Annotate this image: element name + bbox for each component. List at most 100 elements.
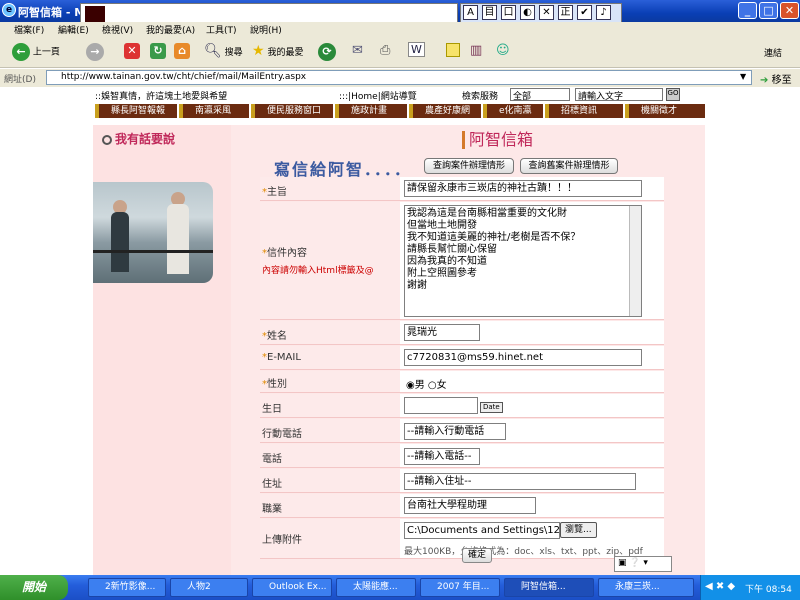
stop-icon: ✕ bbox=[124, 43, 140, 59]
menu-file[interactable]: 檔案(F) bbox=[14, 23, 44, 36]
name-input[interactable]: 晁瑞光 bbox=[404, 324, 480, 341]
tray-icons[interactable]: ◀ ✖ ◆ bbox=[705, 581, 735, 592]
row-job: 職業 台南社大學程助理 bbox=[260, 494, 664, 518]
nav-culture[interactable]: 南瀛采風 bbox=[179, 104, 249, 118]
favorites-button[interactable]: ★ 我的最愛 bbox=[252, 43, 303, 59]
books-icon: ▥ bbox=[470, 43, 483, 58]
clock[interactable]: 下午 08:54 bbox=[745, 582, 792, 595]
mobile-input[interactable]: --請輸入行動電話 bbox=[404, 423, 506, 440]
favorites-label: 我的最愛 bbox=[267, 48, 304, 58]
ie-icon: e bbox=[2, 3, 16, 17]
print-button[interactable]: ⎙ bbox=[380, 43, 390, 58]
back-arrow-icon: ← bbox=[12, 43, 30, 61]
content-textarea[interactable]: 我認為這是台南縣相當重要的文化財 但當地土地開發 我不知道這美麗的神社/老樹是否不保… bbox=[404, 205, 642, 317]
ime-toolbar[interactable]: A 目口 ◐ ✕ 正 ✔ ♪ bbox=[460, 3, 622, 23]
task-outlook[interactable]: Outlook Ex... bbox=[252, 578, 332, 597]
subject-input[interactable]: 請保留永康市三崁店的神社古蹟！！！ bbox=[404, 180, 642, 197]
task-2007[interactable]: 2007 年目... bbox=[420, 578, 500, 597]
ime-button-4[interactable]: ◐ bbox=[520, 5, 535, 20]
menu-favorites[interactable]: 我的最愛(A) bbox=[146, 23, 195, 36]
query-case-button[interactable]: 查詢案件辦理情形 bbox=[424, 158, 514, 174]
forward-arrow-icon: → bbox=[86, 43, 104, 61]
note-icon bbox=[446, 43, 460, 57]
go-button[interactable]: ➔ 移至 bbox=[760, 71, 792, 86]
browse-button[interactable]: 瀏覽... bbox=[560, 522, 597, 538]
home-button[interactable]: ⌂ bbox=[174, 43, 190, 59]
discuss-button[interactable] bbox=[446, 43, 460, 60]
task-mailbox[interactable]: 阿智信箱... bbox=[504, 578, 594, 597]
task-people[interactable]: 人物2 bbox=[170, 578, 248, 597]
site-search-input[interactable]: 請輸入文字 bbox=[575, 88, 663, 102]
menu-view[interactable]: 檢視(V) bbox=[102, 23, 133, 36]
phone-input[interactable]: --請輸入電話-- bbox=[404, 448, 480, 465]
gender-female-label: 女 bbox=[436, 380, 447, 391]
search-category-select[interactable]: 全部 bbox=[510, 88, 570, 102]
magistrate-photo bbox=[93, 182, 213, 283]
ime-button-1[interactable]: A bbox=[463, 5, 478, 20]
upload-label: 上傳附件 bbox=[262, 535, 302, 546]
job-input[interactable]: 台南社大學程助理 bbox=[404, 497, 536, 514]
ime-button-8[interactable]: ♪ bbox=[596, 5, 611, 20]
ime-button-7[interactable]: ✔ bbox=[577, 5, 592, 20]
research-button[interactable]: ▥ bbox=[470, 43, 482, 58]
messenger-button[interactable]: ☺ bbox=[496, 43, 510, 58]
close-button[interactable]: ✕ bbox=[780, 2, 799, 19]
gender-female-radio[interactable]: ○ bbox=[428, 380, 437, 391]
back-button[interactable]: ← 上一頁 bbox=[12, 43, 60, 61]
nav-tender[interactable]: 招標資訊 bbox=[545, 104, 623, 118]
nav-policy[interactable]: 施政計畫 bbox=[335, 104, 407, 118]
ime-button-3[interactable]: 口 bbox=[501, 5, 516, 20]
menu-edit[interactable]: 編輯(E) bbox=[58, 23, 89, 36]
nav-services[interactable]: 便民服務窗口 bbox=[251, 104, 333, 118]
address-dropdown-icon[interactable]: ▼ bbox=[740, 72, 746, 81]
main-nav: 縣長阿智報報 南瀛采風 便民服務窗口 施政計畫 農產好康網 e化南瀛 招標資訊 … bbox=[95, 102, 705, 118]
mobile-label: 行動電話 bbox=[262, 429, 302, 440]
query-old-case-button[interactable]: 查詢舊案件辦理情形 bbox=[520, 158, 618, 174]
minimize-button[interactable]: _ bbox=[738, 2, 757, 19]
upload-path-input[interactable]: C:\Documents and Settings\123\桌 bbox=[404, 522, 560, 539]
search-button[interactable]: 🔍︎ 搜尋 bbox=[204, 43, 243, 59]
ime-button-6[interactable]: 正 bbox=[558, 5, 573, 20]
birthday-input[interactable] bbox=[404, 397, 478, 414]
address-input[interactable]: http://www.tainan.gov.tw/cht/chief/mail/… bbox=[46, 70, 752, 85]
gender-male-radio[interactable]: ◉ bbox=[406, 380, 415, 391]
maximize-button[interactable]: □ bbox=[759, 2, 778, 19]
history-button[interactable]: ⟳ bbox=[318, 43, 336, 61]
forward-button[interactable]: → bbox=[86, 43, 104, 61]
menu-tools[interactable]: 工具(T) bbox=[206, 23, 237, 36]
nav-jobs[interactable]: 機關徵才 bbox=[625, 104, 705, 118]
refresh-button[interactable]: ↻ bbox=[150, 43, 166, 59]
submit-button[interactable]: 確定 bbox=[462, 548, 492, 563]
address-label-form: 住址 bbox=[262, 479, 282, 490]
task-hsinchu[interactable]: 2新竹影像... bbox=[88, 578, 166, 597]
mail-button[interactable]: ✉ bbox=[352, 43, 363, 58]
task-yongkang[interactable]: 永康三崁... bbox=[598, 578, 694, 597]
language-bar[interactable]: ▣ ❔ ▾ bbox=[614, 556, 672, 572]
ime-button-2[interactable]: 目 bbox=[482, 5, 497, 20]
menu-help[interactable]: 說明(H) bbox=[250, 23, 282, 36]
nav-egov[interactable]: e化南瀛 bbox=[483, 104, 543, 118]
stop-button[interactable]: ✕ bbox=[124, 43, 140, 59]
page-title: 阿智信箱 bbox=[462, 131, 533, 149]
upload-note: 最大100KB，允許格式為：doc、xls、txt、ppt、zip、pdf bbox=[404, 547, 643, 557]
home-sitemap-links[interactable]: :::|Home|網站導覽 bbox=[339, 89, 417, 102]
web-page: ::娛智真情，許這塊土地愛與希望 :::|Home|網站導覽 檢索服務 全部 請… bbox=[0, 87, 800, 575]
row-content: *信件內容 內容請勿輸入Html標籤及@ 我認為這是台南縣相當重要的文化財 但當地土… bbox=[260, 202, 664, 320]
birthday-label: 生日 bbox=[262, 404, 282, 415]
nav-agri[interactable]: 農產好康網 bbox=[409, 104, 481, 118]
taskbar: 開始 2新竹影像... 人物2 Outlook Ex... 太陽能應... 20… bbox=[0, 575, 800, 600]
links-label[interactable]: 連結 bbox=[764, 46, 782, 59]
email-input[interactable]: c7720831@ms59.hinet.net bbox=[404, 349, 642, 366]
task-solar[interactable]: 太陽能應... bbox=[336, 578, 416, 597]
address-input-form[interactable]: --請輸入住址-- bbox=[404, 473, 636, 490]
date-picker-button[interactable]: Date bbox=[480, 402, 503, 413]
site-search-button[interactable]: GO bbox=[666, 88, 680, 101]
history-icon: ⟳ bbox=[318, 43, 336, 61]
content-label: *信件內容 內容請勿輸入Html標籤及@ bbox=[260, 202, 400, 319]
nav-news[interactable]: 縣長阿智報報 bbox=[95, 104, 177, 118]
textarea-scrollbar[interactable] bbox=[629, 206, 641, 316]
ime-button-5[interactable]: ✕ bbox=[539, 5, 554, 20]
name-label: *姓名 bbox=[262, 331, 287, 342]
start-button[interactable]: 開始 bbox=[0, 575, 68, 600]
edit-button[interactable]: W bbox=[408, 42, 425, 57]
